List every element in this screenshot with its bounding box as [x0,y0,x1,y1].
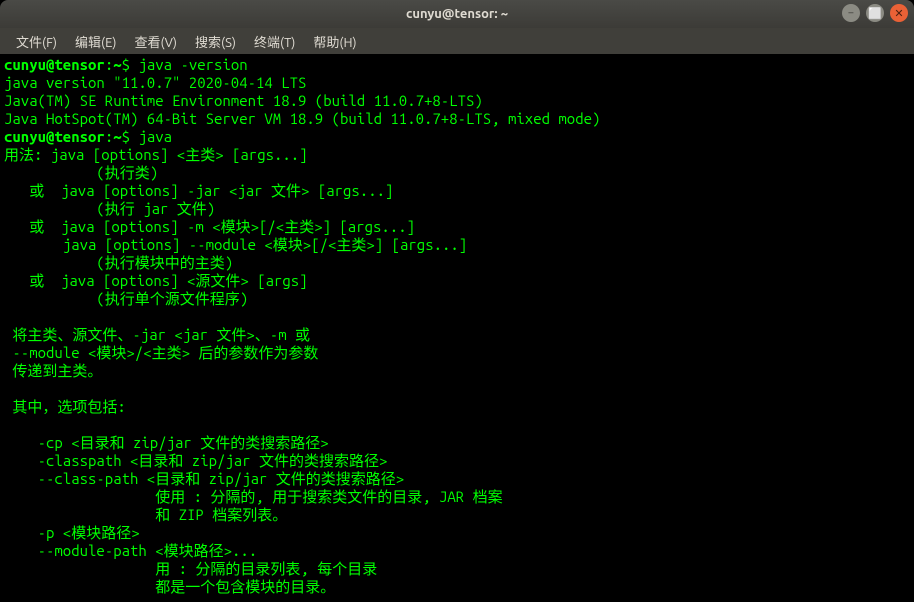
usage-line: -classpath <目录和 zip/jar 文件的类搜索路径> [4,452,387,469]
prompt-dollar: $ [122,128,139,145]
usage-line: 用法: java [options] <主类> [args...] [4,146,308,163]
menu-view[interactable]: 查看(V) [127,29,185,54]
menubar: 文件(F) 编辑(E) 查看(V) 搜索(S) 终端(T) 帮助(H) [0,28,914,54]
output-line: Java HotSpot(TM) 64-Bit Server VM 18.9 (… [4,110,600,127]
close-button[interactable]: ✕ [890,4,908,22]
usage-line: 都是一个包含模块的目录。 [4,578,335,595]
usage-line: --class-path <目录和 zip/jar 文件的类搜索路径> [4,470,404,487]
titlebar: cunyu@tensor: ~ − ⬜ ✕ [0,0,914,28]
usage-line: (执行 jar 文件) [4,200,215,217]
window-controls: − ⬜ ✕ [842,4,908,22]
prompt-userhost: cunyu@tensor [4,56,105,73]
maximize-button[interactable]: ⬜ [866,4,884,22]
window-title: cunyu@tensor: ~ [406,7,508,21]
usage-line: 使用 : 分隔的, 用于搜索类文件的目录, JAR 档案 [4,488,503,505]
menu-terminal[interactable]: 终端(T) [246,29,303,54]
command-1: java -version [138,56,247,73]
menu-file[interactable]: 文件(F) [8,29,65,54]
usage-line: (执行类) [4,164,158,181]
prompt-path: ~ [113,128,121,145]
usage-line: java [options] --module <模块>[/<主类>] [arg… [4,236,467,253]
terminal-area[interactable]: cunyu@tensor:~$ java -version java versi… [0,54,914,602]
close-icon: ✕ [894,7,903,20]
usage-line: 其中，选项包括: [4,398,126,415]
minimize-icon: − [848,7,854,19]
usage-line: (执行单个源文件程序) [4,290,248,307]
prompt-path: ~ [113,56,121,73]
usage-line: 或 java [options] -m <模块>[/<主类>] [args...… [4,218,415,235]
minimize-button[interactable]: − [842,4,860,22]
usage-line: 用 : 分隔的目录列表, 每个目录 [4,560,377,577]
usage-line: --module-path <模块路径>... [4,542,257,559]
prompt-sep: : [105,56,113,73]
prompt-userhost: cunyu@tensor [4,128,105,145]
menu-edit[interactable]: 编辑(E) [67,29,124,54]
usage-line: --module <模块>/<主类> 后的参数作为参数 [4,344,318,361]
usage-line: 或 java [options] <源文件> [args] [4,272,308,289]
prompt-dollar: $ [122,56,139,73]
usage-line: 传递到主类。 [4,362,102,379]
usage-line: 将主类、源文件、-jar <jar 文件>、-m 或 [4,326,310,343]
usage-line: 和 ZIP 档案列表。 [4,506,287,523]
usage-line: -p <模块路径> [4,524,140,541]
usage-line: 或 java [options] -jar <jar 文件> [args...] [4,182,393,199]
menu-help[interactable]: 帮助(H) [305,29,364,54]
output-line: Java(TM) SE Runtime Environment 18.9 (bu… [4,92,483,109]
usage-line: -cp <目录和 zip/jar 文件的类搜索路径> [4,434,329,451]
prompt-sep: : [105,128,113,145]
usage-line: (执行模块中的主类) [4,254,233,271]
maximize-icon: ⬜ [868,7,882,20]
menu-search[interactable]: 搜索(S) [187,29,244,54]
command-2: java [138,128,172,145]
output-line: java version "11.0.7" 2020-04-14 LTS [4,74,306,91]
